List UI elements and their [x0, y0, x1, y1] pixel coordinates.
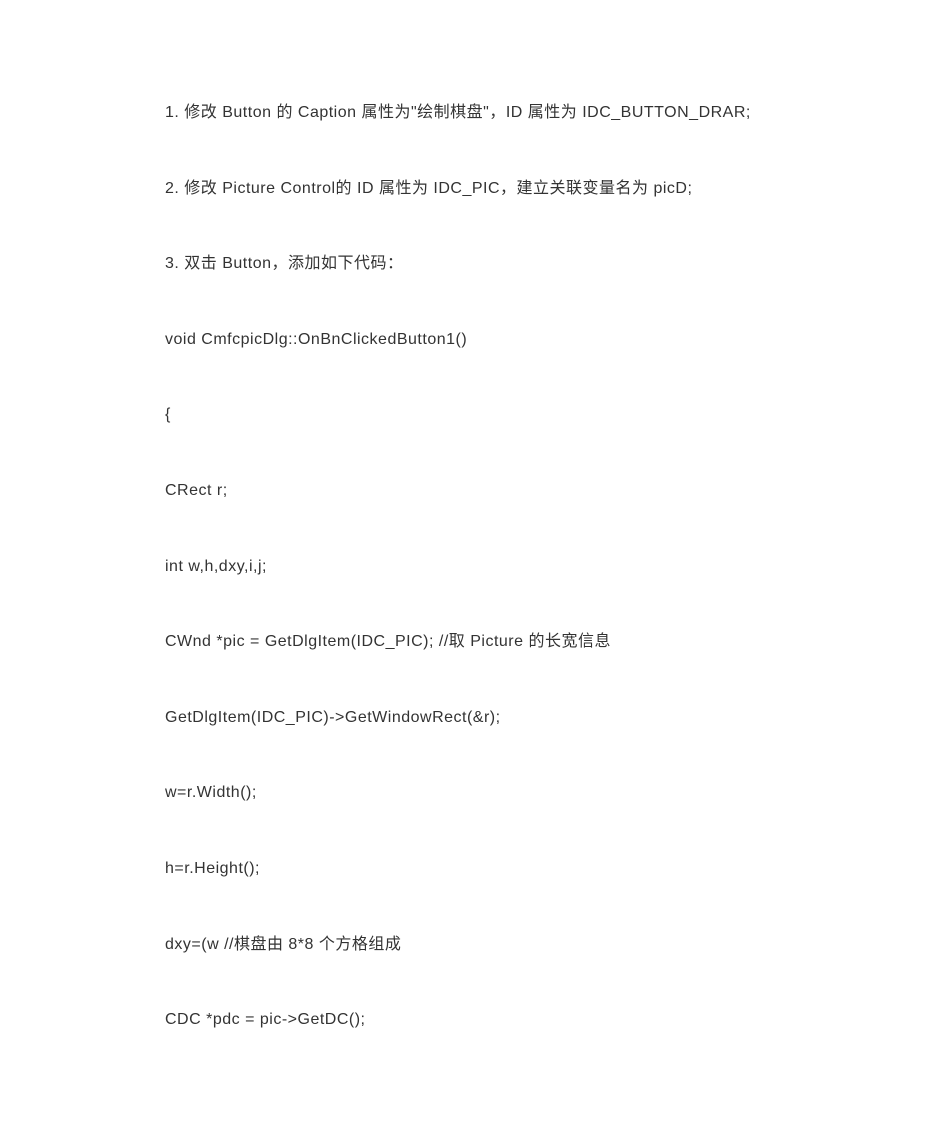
- code-line: CDC *pdc = pic->GetDC();: [165, 1007, 785, 1033]
- code-line: h=r.Height();: [165, 856, 785, 882]
- text-line: 2. 修改 Picture Control的 ID 属性为 IDC_PIC，建立…: [165, 176, 785, 202]
- code-line: int w,h,dxy,i,j;: [165, 554, 785, 580]
- code-line: dxy=(w //棋盘由 8*8 个方格组成: [165, 932, 785, 958]
- text-line: 3. 双击 Button，添加如下代码：: [165, 251, 785, 277]
- code-line: w=r.Width();: [165, 780, 785, 806]
- code-line: void CmfcpicDlg::OnBnClickedButton1(): [165, 327, 785, 353]
- text-line: 1. 修改 Button 的 Caption 属性为"绘制棋盘"，ID 属性为 …: [165, 100, 785, 126]
- code-line: GetDlgItem(IDC_PIC)->GetWindowRect(&r);: [165, 705, 785, 731]
- document-content: 1. 修改 Button 的 Caption 属性为"绘制棋盘"，ID 属性为 …: [165, 100, 785, 1033]
- code-line: CRect r;: [165, 478, 785, 504]
- code-line: CWnd *pic = GetDlgItem(IDC_PIC); //取 Pic…: [165, 629, 785, 655]
- code-line: {: [165, 402, 785, 428]
